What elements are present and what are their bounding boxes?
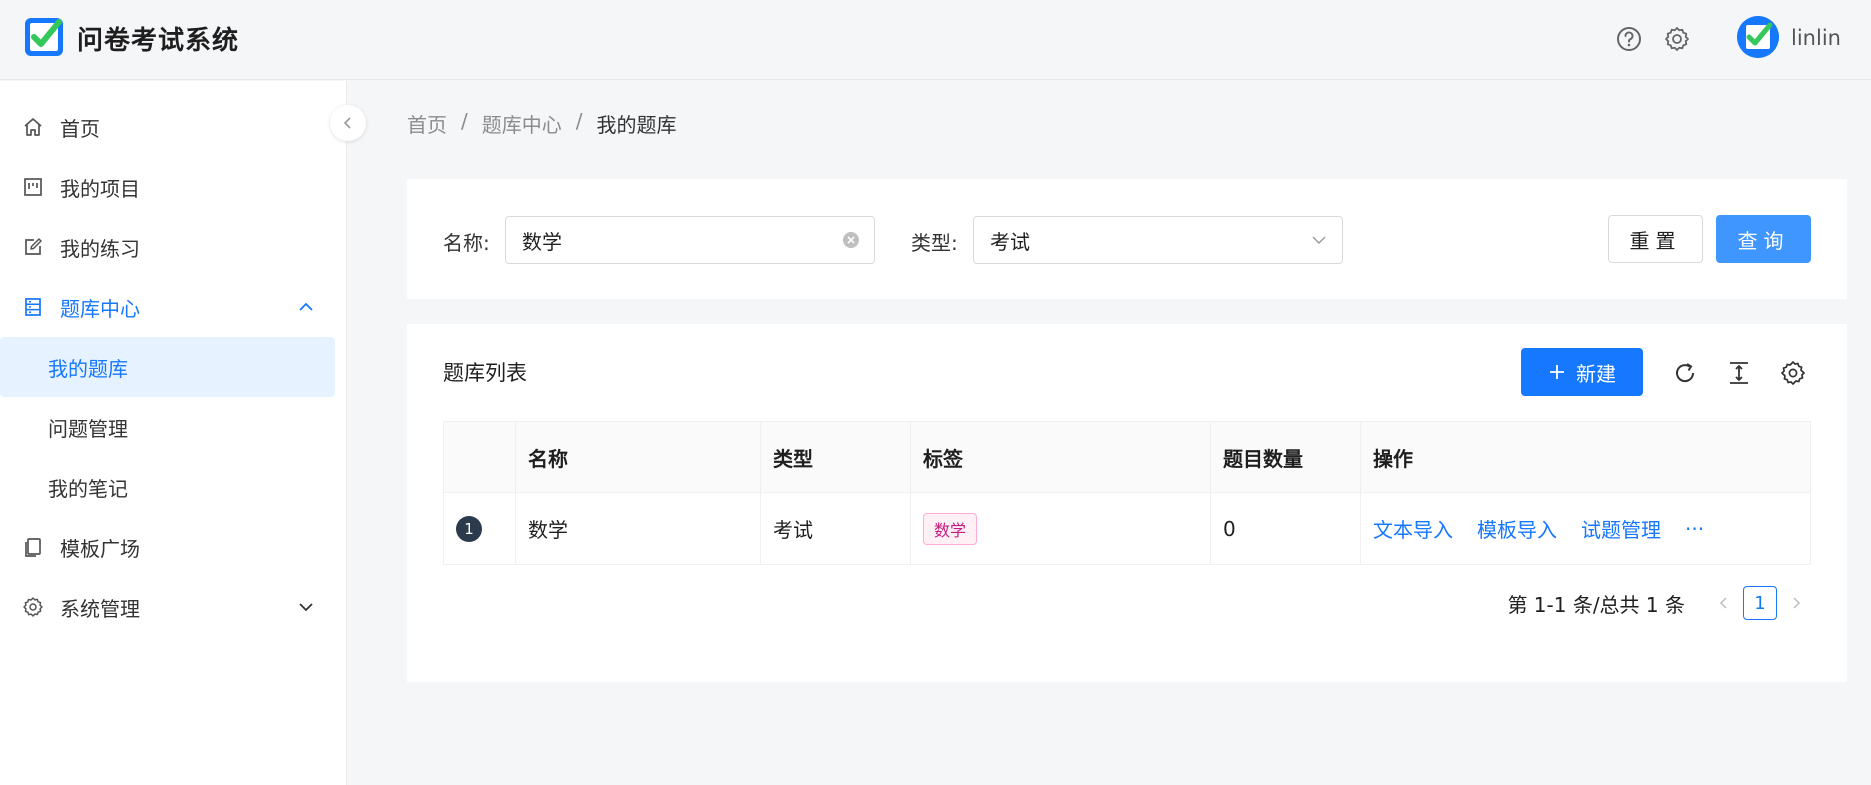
- table-header-row: 名称 类型 标签 题目数量 操作: [444, 422, 1810, 493]
- edit-icon: [25, 238, 42, 255]
- sidebar-item-home[interactable]: 首页: [0, 97, 335, 157]
- sidebar-item-label: 模板广场: [60, 536, 140, 561]
- database-icon: [25, 298, 41, 316]
- pagination: 第 1-1 条/总共 1 条 1: [1507, 586, 1811, 620]
- chevron-right-icon: [1793, 597, 1801, 609]
- template-import-link[interactable]: 模板导入: [1477, 514, 1557, 543]
- sidebar: 首页 我的项目 我的练习 题库中心 我的题库 问题管理 我的笔记 模板广场 系统…: [0, 81, 347, 785]
- new-button[interactable]: 新建: [1521, 348, 1643, 396]
- table-settings-icon[interactable]: [1780, 360, 1806, 386]
- table-row: 1 数学 考试 数学 0 文本导入 模板导入 试题管理 ···: [444, 493, 1810, 564]
- type-label: 类型:: [911, 231, 958, 255]
- sidebar-item-my-question-bank[interactable]: 我的题库: [0, 337, 335, 397]
- breadcrumb-separator: /: [575, 109, 583, 133]
- clear-icon[interactable]: [842, 231, 860, 249]
- sidebar-item-label: 题库中心: [60, 296, 140, 321]
- type-select-value: 考试: [990, 229, 1030, 254]
- text-import-link[interactable]: 文本导入: [1373, 514, 1453, 543]
- sidebar-item-practice[interactable]: 我的练习: [0, 217, 335, 277]
- sidebar-item-label: 问题管理: [48, 416, 128, 441]
- row-name-cell: 数学: [516, 493, 761, 564]
- sidebar-item-template-square[interactable]: 模板广场: [0, 517, 335, 577]
- column-header-tag[interactable]: 标签: [911, 422, 1211, 493]
- reset-button[interactable]: 重置: [1608, 215, 1703, 263]
- sidebar-item-label: 系统管理: [60, 596, 140, 621]
- panel-title: 题库列表: [443, 361, 527, 385]
- question-bank-table-panel: 题库列表 新建 名称 类型 标签 题目数量 操作 1 数学 考试 数学 0 文本…: [407, 324, 1847, 682]
- breadcrumb-question-bank-center[interactable]: 题库中心: [482, 109, 562, 138]
- sidebar-item-label: 我的项目: [60, 176, 140, 201]
- row-index-cell: 1: [444, 493, 516, 564]
- help-icon[interactable]: [1615, 25, 1643, 53]
- column-height-icon[interactable]: [1726, 360, 1752, 386]
- row-type-cell: 考试: [761, 493, 911, 564]
- home-icon: [24, 118, 42, 136]
- search-panel: 名称: 数学 类型: 考试 重置 查询: [407, 179, 1847, 299]
- column-header-actions: 操作: [1373, 447, 1413, 471]
- collapse-sidebar-button[interactable]: [330, 105, 366, 141]
- breadcrumb-home[interactable]: 首页: [407, 109, 447, 138]
- name-search-input[interactable]: 数学: [505, 216, 875, 264]
- row-tag-cell: 数学: [911, 493, 1211, 564]
- name-label: 名称:: [443, 231, 490, 255]
- refresh-icon[interactable]: [1672, 360, 1698, 386]
- app-logo-icon: [25, 18, 63, 56]
- chevron-left-icon: [1719, 597, 1727, 609]
- prev-page-button[interactable]: [1709, 586, 1739, 620]
- copy-icon: [25, 538, 41, 557]
- column-header-index: [444, 422, 516, 493]
- sidebar-item-label: 我的题库: [48, 356, 128, 381]
- project-icon: [24, 178, 42, 196]
- top-header: 问卷考试系统 linlin: [0, 0, 1871, 80]
- avatar[interactable]: [1737, 16, 1779, 58]
- page-number-current[interactable]: 1: [1743, 586, 1777, 620]
- sidebar-item-question-bank-center[interactable]: 题库中心: [0, 277, 335, 337]
- breadcrumb-current: 我的题库: [596, 113, 677, 137]
- name-input-value: 数学: [522, 229, 562, 254]
- sidebar-item-label: 我的笔记: [48, 476, 128, 501]
- question-bank-table: 名称 类型 标签 题目数量 操作 1 数学 考试 数学 0 文本导入 模板导入 …: [443, 421, 1811, 565]
- chevron-down-icon: [299, 603, 313, 612]
- sidebar-item-projects[interactable]: 我的项目: [0, 157, 335, 217]
- question-management-link[interactable]: 试题管理: [1581, 514, 1661, 543]
- username[interactable]: linlin: [1791, 26, 1841, 50]
- breadcrumb: 首页 / 题库中心 / 我的题库: [407, 109, 677, 138]
- avatar-logo-icon: [1737, 16, 1779, 58]
- sidebar-item-question-management[interactable]: 问题管理: [0, 397, 335, 457]
- pagination-summary: 第 1-1 条/总共 1 条: [1507, 592, 1685, 617]
- tag-badge: 数学: [923, 512, 978, 545]
- sidebar-item-system-management[interactable]: 系统管理: [0, 577, 335, 637]
- settings-icon[interactable]: [1663, 25, 1691, 53]
- column-header-name[interactable]: 名称: [516, 422, 761, 493]
- next-page-button[interactable]: [1781, 586, 1811, 620]
- row-index-badge: 1: [456, 515, 482, 542]
- chevron-up-icon: [299, 302, 313, 311]
- chevron-down-icon: [1312, 236, 1326, 244]
- type-select[interactable]: 考试: [973, 216, 1343, 264]
- gear-icon: [23, 597, 43, 617]
- chevron-left-icon: [343, 117, 351, 129]
- breadcrumb-separator: /: [461, 109, 468, 133]
- row-count-cell: 0: [1211, 493, 1361, 564]
- row-actions-cell: 文本导入 模板导入 试题管理 ···: [1361, 493, 1812, 564]
- app-title: 问卷考试系统: [77, 26, 240, 56]
- column-header-question-count[interactable]: 题目数量: [1211, 422, 1361, 493]
- column-header-type[interactable]: 类型: [761, 422, 911, 493]
- new-button-label: 新建: [1576, 361, 1616, 386]
- sidebar-item-label: 我的练习: [60, 236, 140, 261]
- query-button[interactable]: 查询: [1716, 215, 1811, 263]
- sidebar-item-label: 首页: [60, 116, 100, 141]
- plus-icon: [1550, 365, 1564, 379]
- sidebar-item-notes[interactable]: 我的笔记: [0, 457, 335, 517]
- more-actions-button[interactable]: ···: [1685, 517, 1704, 541]
